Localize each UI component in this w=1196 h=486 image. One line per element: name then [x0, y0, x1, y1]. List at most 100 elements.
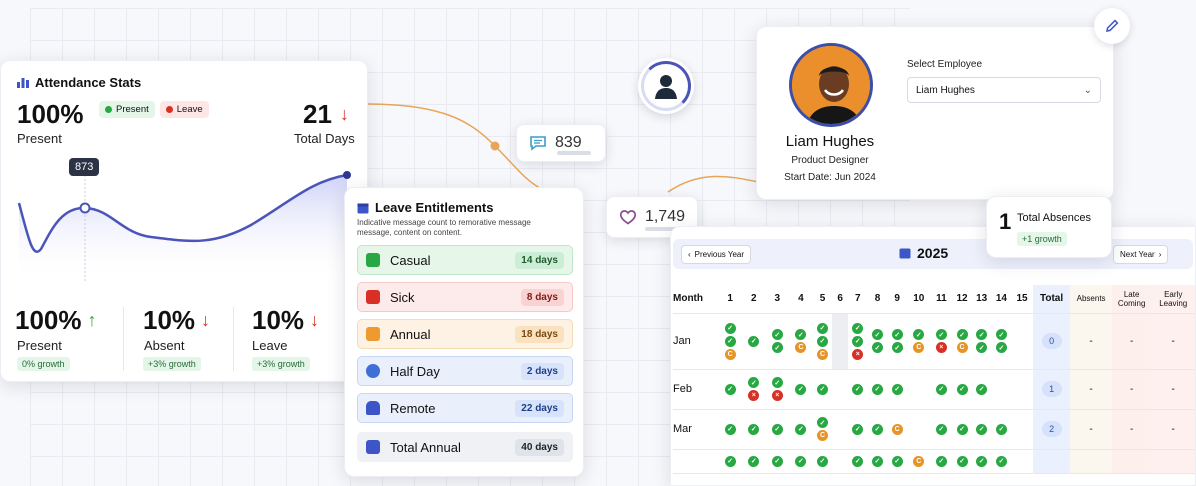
day-cell[interactable]: ✓ ✓ — [991, 313, 1012, 370]
leave-row-half-day[interactable]: Half Day 2 days — [357, 356, 573, 386]
edit-button[interactable] — [1094, 8, 1130, 44]
day-cell[interactable]: ✓ — [741, 409, 766, 450]
leave-row-casual[interactable]: Casual 14 days — [357, 245, 573, 275]
chart-point[interactable] — [79, 202, 91, 214]
arrow-down-icon: ↓ — [310, 310, 320, 330]
day-cell[interactable]: ✓ × — [765, 369, 790, 410]
message-icon — [530, 136, 546, 151]
day-cell[interactable]: ✓ × — [741, 369, 766, 410]
day-cell[interactable]: ✓ — [847, 369, 868, 410]
day-cell[interactable]: ✓ — [789, 449, 813, 474]
heart-icon — [619, 210, 637, 225]
day-cell[interactable] — [907, 409, 931, 450]
day-cell[interactable]: ✓ — [930, 369, 953, 410]
day-cell[interactable] — [1011, 449, 1033, 474]
leave-entitlements-card: Leave Entitlements Indicative message co… — [344, 187, 584, 477]
day-cell[interactable]: C — [887, 409, 907, 450]
day-cell[interactable]: ✓ — [718, 369, 742, 410]
day-cell[interactable]: ✓ — [887, 369, 907, 410]
messages-count: 839 — [555, 134, 582, 151]
next-year-button[interactable]: Next Year › — [1113, 245, 1169, 264]
employee-profile-card: Liam Hughes Product Designer Start Date:… — [756, 26, 1114, 200]
day-cell[interactable]: ✓ — [971, 449, 992, 474]
leave-days: 2 days — [520, 362, 564, 380]
day-cell[interactable]: ✓ — [930, 449, 953, 474]
day-cell[interactable]: ✓ — [991, 409, 1012, 450]
day-cell[interactable]: ✓ — [952, 369, 972, 410]
day-cell[interactable] — [1011, 409, 1033, 450]
day-cell[interactable]: ✓ — [971, 409, 992, 450]
day-cell[interactable]: ✓ — [789, 369, 813, 410]
day-cell[interactable]: ✓ ✓ C — [718, 313, 742, 370]
chevron-down-icon: ⌄ — [1083, 84, 1092, 96]
leave-row-remote[interactable]: Remote 22 days — [357, 393, 573, 423]
present-check-icon: ✓ — [795, 455, 807, 467]
day-cell[interactable] — [832, 369, 848, 410]
day-cell[interactable]: ✓ — [887, 449, 907, 474]
day-cell[interactable]: ✓ — [952, 449, 972, 474]
day-cell[interactable]: ✓ — [741, 449, 766, 474]
leave-label: Total Annual — [390, 439, 461, 455]
employee-select[interactable]: Liam Hughes ⌄ — [907, 77, 1101, 103]
day-cell[interactable]: ✓ C — [952, 313, 972, 370]
avatar-photo — [792, 46, 870, 124]
day-cell[interactable]: ✓ — [718, 409, 742, 450]
present-check-icon: ✓ — [871, 383, 883, 395]
day-cell[interactable] — [832, 449, 848, 474]
folder-icon — [366, 327, 380, 341]
day-cell[interactable]: ✓ — [847, 449, 868, 474]
day-cell[interactable] — [832, 313, 848, 370]
select-employee-label: Select Employee — [907, 59, 983, 70]
day-cell[interactable]: ✓ ✓ — [867, 313, 888, 370]
previous-year-button[interactable]: ‹ Previous Year — [681, 245, 752, 264]
leave-row-sick[interactable]: Sick 8 days — [357, 282, 573, 312]
present-check-icon: ✓ — [891, 455, 903, 467]
present-check-icon: ✓ — [995, 329, 1007, 340]
day-cell[interactable]: ✓ — [812, 369, 833, 410]
day-cell[interactable]: ✓ × — [930, 313, 953, 370]
day-cell[interactable]: ✓ ✓ — [887, 313, 907, 370]
day-cell[interactable]: ✓ — [812, 449, 833, 474]
day-cell[interactable]: ✓ — [867, 369, 888, 410]
day-cell[interactable]: ✓ C — [789, 313, 813, 370]
day-cell[interactable]: ✓ C — [907, 313, 931, 370]
attendance-table: Month 1 2 3 4 5 6 7 8 9 10 11 12 13 14 15 Total Absents La… — [673, 285, 1195, 474]
day-cell[interactable]: ✓ — [930, 409, 953, 450]
table-row: Feb ✓ ✓ × ✓ × ✓ ✓ ✓ ✓ ✓ ✓ ✓ ✓ 1- - - — [673, 369, 1195, 410]
leave-row-total-annual[interactable]: Total Annual 40 days — [357, 432, 573, 462]
absent-x-icon: × — [771, 390, 783, 401]
column-header: 10 — [907, 285, 931, 314]
leave-title: Leave Entitlements — [357, 200, 494, 215]
leave-days: 8 days — [520, 288, 564, 306]
day-cell[interactable]: ✓ ✓ — [971, 313, 992, 370]
day-cell[interactable] — [832, 409, 848, 450]
day-cell[interactable]: ✓ — [789, 409, 813, 450]
day-cell[interactable]: C — [907, 449, 931, 474]
day-cell[interactable]: ✓ — [952, 409, 972, 450]
day-cell[interactable] — [1011, 313, 1033, 370]
day-cell[interactable]: ✓ — [718, 449, 742, 474]
day-cell[interactable]: ✓ — [741, 313, 766, 370]
day-cell[interactable]: ✓ — [867, 409, 888, 450]
day-cell[interactable]: ✓ — [991, 449, 1012, 474]
late-clock-icon: C — [816, 430, 828, 441]
day-cell[interactable]: ✓ C — [812, 409, 833, 450]
day-cell[interactable]: ✓ — [971, 369, 992, 410]
day-cell[interactable]: ✓ — [765, 449, 790, 474]
leave-dot-icon — [165, 106, 173, 113]
present-check-icon: ✓ — [852, 383, 864, 395]
divider — [233, 307, 234, 371]
day-cell[interactable]: ✓ — [847, 409, 868, 450]
day-cell[interactable] — [907, 369, 931, 410]
day-cell[interactable] — [1011, 369, 1033, 410]
day-cell[interactable]: ✓ ✓ × — [847, 313, 868, 370]
late-clock-icon: C — [816, 348, 828, 360]
leave-row-annual[interactable]: Annual 18 days — [357, 319, 573, 349]
day-cell[interactable]: ✓ ✓ C — [812, 313, 833, 370]
month-cell: Mar — [673, 409, 719, 450]
day-cell[interactable]: ✓ ✓ — [765, 313, 790, 370]
attendance-line-chart — [17, 171, 351, 281]
day-cell[interactable]: ✓ — [867, 449, 888, 474]
day-cell[interactable] — [991, 369, 1012, 410]
day-cell[interactable]: ✓ — [765, 409, 790, 450]
